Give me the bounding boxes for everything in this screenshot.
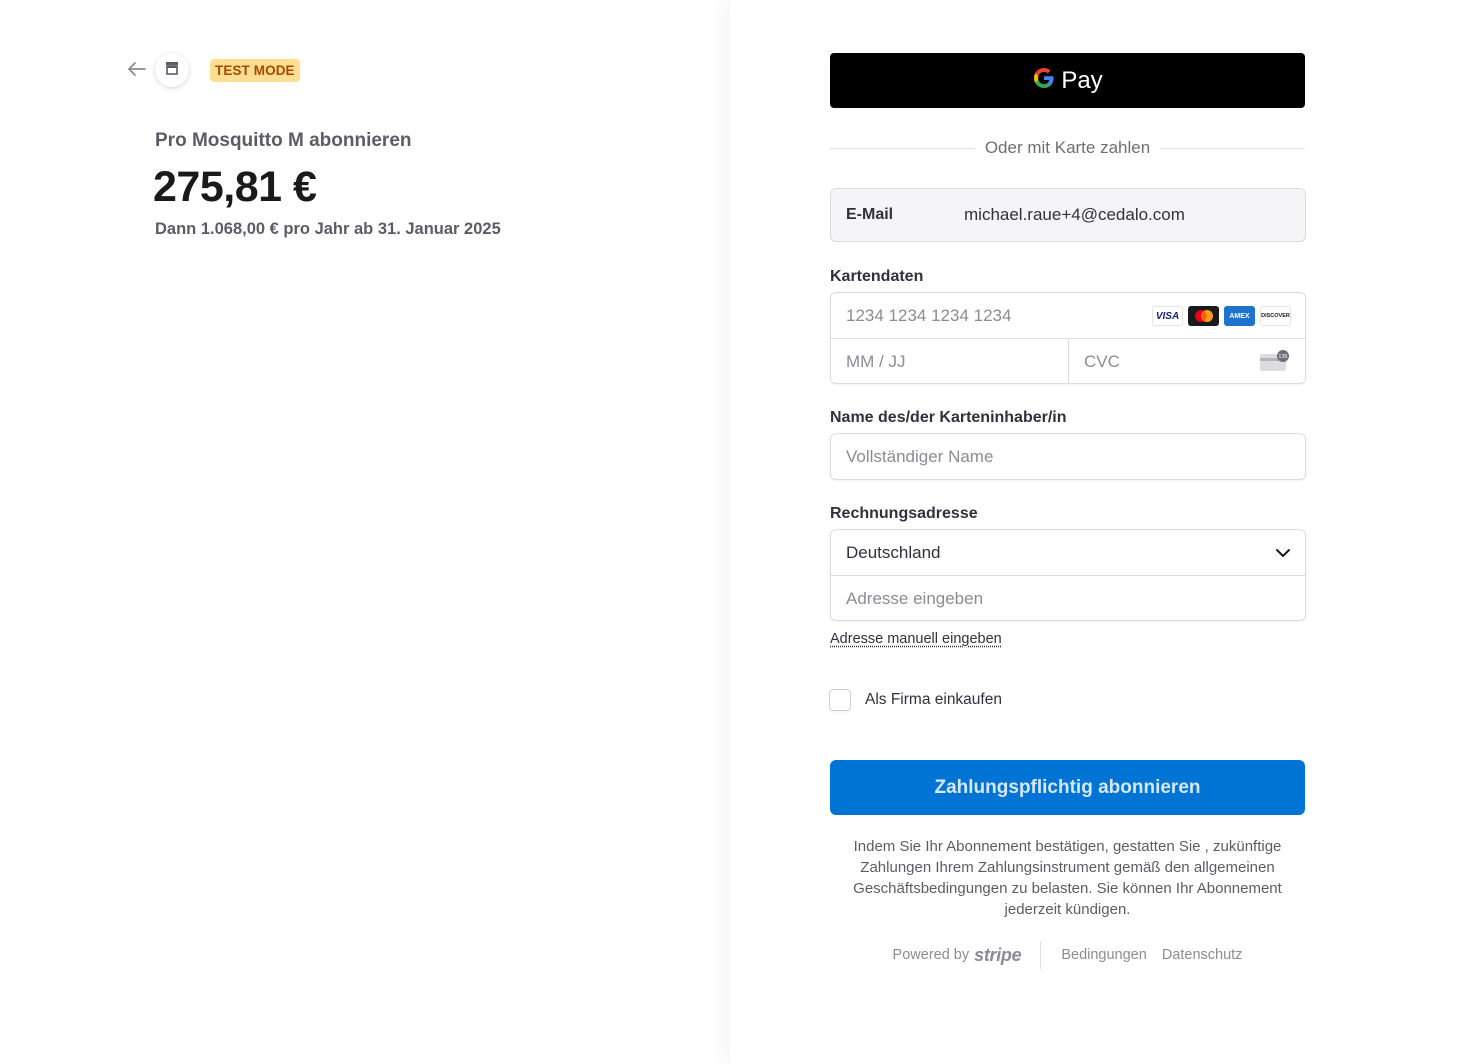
cardholder-name-input[interactable]: Vollständiger Name [830, 433, 1306, 480]
address-input[interactable]: Adresse eingeben [831, 576, 1305, 621]
card-details-label: Kartendaten [830, 268, 924, 285]
card-number-input[interactable]: 1234 1234 1234 1234 VISA AMEX DISCOVER [831, 293, 1305, 339]
chevron-down-icon [1275, 545, 1291, 566]
price-recurring-note: Dann 1.068,00 € pro Jahr ab 31. Januar 2… [155, 220, 501, 238]
manual-address-link[interactable]: Adresse manuell eingeben [830, 631, 1002, 647]
billing-address-group: Deutschland Adresse eingeben [830, 529, 1306, 621]
business-purchase-row[interactable]: Als Firma einkaufen [829, 689, 1002, 711]
name-placeholder: Vollständiger Name [846, 446, 994, 466]
google-g-icon [1032, 66, 1056, 95]
divider-line-left [830, 147, 975, 149]
store-icon [165, 61, 179, 80]
footer: Powered by stripe Bedingungen Datenschut… [830, 941, 1305, 969]
or-divider: Oder mit Karte zahlen [830, 136, 1306, 160]
email-label: E-Mail [846, 206, 894, 223]
business-checkbox-label: Als Firma einkaufen [865, 691, 1002, 708]
email-value: michael.raue+4@cedalo.com [964, 205, 1185, 224]
discover-icon: DISCOVER [1260, 306, 1291, 326]
terms-link[interactable]: Bedingungen [1061, 947, 1146, 963]
cvc-placeholder: CVC [1084, 351, 1120, 371]
stripe-logo: stripe [974, 944, 1022, 965]
payment-panel: Pay Oder mit Karte zahlen E-Mail michael… [730, 0, 1457, 1064]
address-placeholder: Adresse eingeben [846, 588, 984, 608]
mastercard-icon [1188, 306, 1219, 326]
cvc-icon-text: 135 [1278, 354, 1287, 360]
visa-icon: VISA [1152, 306, 1183, 326]
expiry-placeholder: MM / JJ [846, 351, 906, 371]
order-summary-panel: TEST MODE Pro Mosquitto M abonnieren 275… [0, 0, 730, 1064]
back-button[interactable] [126, 60, 148, 82]
divider-text: Oder mit Karte zahlen [984, 138, 1151, 157]
country-select[interactable]: Deutschland [831, 530, 1305, 576]
country-value: Deutschland [846, 542, 941, 562]
merchant-logo [155, 53, 189, 87]
privacy-link[interactable]: Datenschutz [1162, 947, 1243, 963]
divider-line-right [1160, 147, 1306, 149]
gpay-label: Pay [1061, 66, 1103, 94]
card-brand-logos: VISA AMEX DISCOVER [1152, 306, 1291, 326]
card-number-placeholder: 1234 1234 1234 1234 [846, 305, 1012, 325]
test-mode-badge: TEST MODE [210, 59, 300, 82]
powered-by-stripe[interactable]: Powered by stripe [893, 941, 1042, 969]
google-pay-button[interactable]: Pay [830, 53, 1305, 108]
card-details-group: 1234 1234 1234 1234 VISA AMEX DISCOVER M… [830, 292, 1306, 384]
billing-address-label: Rechnungsadresse [830, 505, 978, 522]
powered-by-text: Powered by [892, 947, 970, 963]
business-checkbox[interactable] [829, 689, 851, 711]
card-expiry-input[interactable]: MM / JJ [831, 339, 1069, 384]
subscribe-button[interactable]: Zahlungspflichtig abonnieren [830, 760, 1305, 815]
cardholder-name-label: Name des/der Karteninhaber/in [830, 409, 1067, 426]
email-field[interactable]: E-Mail michael.raue+4@cedalo.com [830, 188, 1306, 242]
arrow-left-icon [128, 61, 146, 81]
product-name: Pro Mosquitto M abonnieren [155, 130, 412, 151]
terms-text: Indem Sie Ihr Abonnement bestätigen, ges… [853, 838, 1282, 918]
card-cvc-icon: 135 [1259, 350, 1291, 377]
card-cvc-input[interactable]: CVC 135 [1069, 339, 1305, 384]
amex-icon: AMEX [1224, 306, 1255, 326]
price-amount: 275,81 € [153, 163, 317, 211]
